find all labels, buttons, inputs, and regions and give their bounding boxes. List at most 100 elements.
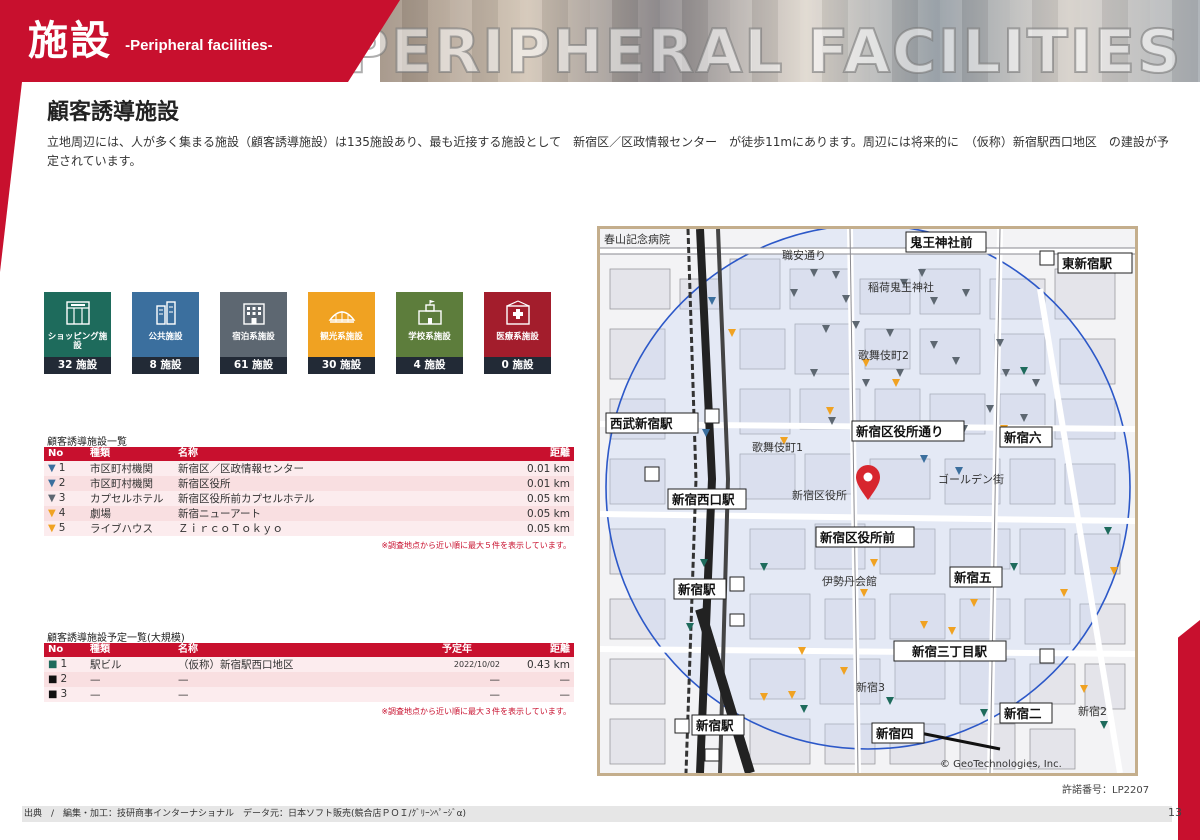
table-row: ■ 3 — — — — xyxy=(44,687,574,702)
hotel-icon xyxy=(242,303,265,325)
category-tile-tourism: 観光系施設 30 施設 xyxy=(308,292,375,374)
planned-table-note: ※調査地点から近い順に最大３件を表示しています。 xyxy=(381,707,571,716)
category-tile-count: 8 施設 xyxy=(132,357,199,374)
row-no: 3 xyxy=(60,688,68,700)
hospital-icon xyxy=(505,300,530,325)
row-name: ＺｉｒｃｏＴｏｋｙｏ xyxy=(174,521,504,536)
category-tile-body: 宿泊系施設 xyxy=(220,292,287,357)
row-distance: 0.01 km xyxy=(504,476,574,491)
row-marker-icon: ▼ xyxy=(48,508,56,519)
area-map[interactable]: 春山記念病院 職安通り 稲荷鬼王神社 歌舞伎町2 歌舞伎町1 ゴールデン街 新宿… xyxy=(597,226,1138,776)
row-marker-icon: ▼ xyxy=(48,463,56,474)
map-label-kuyakusho-mae: 新宿区役所前 xyxy=(820,530,896,545)
row-type: ライブハウス xyxy=(86,521,174,536)
row-name: 新宿ニューアート xyxy=(174,506,504,521)
category-tile-body: 医療系施設 xyxy=(484,292,551,357)
row-no-cell: ▼ 4 xyxy=(44,506,86,521)
row-no: 4 xyxy=(58,507,66,519)
table-row: ▼ 3 カプセルホテル 新宿区役所前カプセルホテル 0.05 km xyxy=(44,491,574,506)
table-row: ■ 1 駅ビル （仮称）新宿駅西口地区 2022/10/02 0.43 km xyxy=(44,657,574,672)
table-header-row: No 種類 名称 予定年 距離 xyxy=(44,643,574,657)
map-label-kishin: 鬼王神社前 xyxy=(910,235,973,250)
map-label-nishiguchi: 新宿西口駅 xyxy=(672,492,735,507)
category-tile-label: 宿泊系施設 xyxy=(232,332,275,342)
column-header-type: 種類 xyxy=(86,643,174,657)
permit-number: 許諾番号：LP2207 xyxy=(1062,785,1150,796)
header-title: 施設 -Peripheral facilities- xyxy=(28,8,273,66)
category-tile-label: 学校系施設 xyxy=(408,332,451,342)
planned-table-caption: 顧客誘導施設予定一覧(大規模) xyxy=(47,633,185,644)
category-tile-shopping: ショッピング施設 32 施設 xyxy=(44,292,111,374)
category-tile-label: 医療系施設 xyxy=(496,332,539,342)
map-label-higashi: 東新宿駅 xyxy=(1062,256,1113,271)
map-label-isetan: 伊勢丹会館 xyxy=(822,574,877,588)
page-number: 13 xyxy=(1168,806,1182,819)
category-tile-count: 4 施設 xyxy=(396,357,463,374)
category-tile-label: 公共施設 xyxy=(148,332,183,342)
row-name: — xyxy=(174,687,438,702)
table-header-row: No 種類 名称 距離 xyxy=(44,447,574,461)
row-marker-icon: ▼ xyxy=(48,523,56,534)
row-distance: — xyxy=(504,687,574,702)
map-label-shinjuku2: 新宿二 xyxy=(1004,706,1042,721)
left-red-accent xyxy=(0,82,22,272)
row-marker-icon: ■ xyxy=(48,674,58,685)
row-no-cell: ▼ 3 xyxy=(44,491,86,506)
row-year: 2022/10/02 xyxy=(438,657,504,672)
row-type: — xyxy=(86,672,174,687)
row-no: 2 xyxy=(60,673,68,685)
table-row: ▼ 4 劇場 新宿ニューアート 0.05 km xyxy=(44,506,574,521)
map-label-golden: ゴールデン街 xyxy=(938,472,1004,486)
row-no-cell: ■ 2 xyxy=(44,672,86,687)
category-tile-count: 0 施設 xyxy=(484,357,551,374)
page-title: 顧客誘導施設 xyxy=(47,100,180,125)
map-label-shinjuku-eki: 新宿駅 xyxy=(678,582,716,597)
category-tile-count: 32 施設 xyxy=(44,357,111,374)
map-label-shinjuku-eki2: 新宿駅 xyxy=(696,718,734,733)
row-marker-icon: ■ xyxy=(48,689,58,700)
category-tile-body: 観光系施設 xyxy=(308,292,375,357)
table-row: ▼ 1 市区町村機関 新宿区／区政情報センター 0.01 km xyxy=(44,461,574,476)
row-marker-icon: ▼ xyxy=(48,478,56,489)
category-tile-school: 学校系施設 4 施設 xyxy=(396,292,463,374)
facilities-table: No 種類 名称 距離 ▼ 1 市区町村機関 新宿区／区政情報センター 0.01 … xyxy=(44,447,574,536)
map-copyright: © GeoTechnologies, Inc. xyxy=(940,759,1062,770)
row-year: — xyxy=(438,672,504,687)
row-type: 劇場 xyxy=(86,506,174,521)
row-no-cell: ▼ 2 xyxy=(44,476,86,491)
header-background-word: PERIPHERAL FACILITIES xyxy=(345,22,1183,82)
row-type: 駅ビル xyxy=(86,657,174,672)
category-tile-label: 観光系施設 xyxy=(320,332,363,342)
table-row: ■ 2 — — — — xyxy=(44,672,574,687)
row-no: 5 xyxy=(58,522,66,534)
column-header-type: 種類 xyxy=(86,447,174,461)
row-type: カプセルホテル xyxy=(86,491,174,506)
row-type: 市区町村機関 xyxy=(86,476,174,491)
category-tile-public: 公共施設 8 施設 xyxy=(132,292,199,374)
row-distance: 0.05 km xyxy=(504,506,574,521)
column-header-name: 名称 xyxy=(174,447,504,461)
planned-table: No 種類 名称 予定年 距離 ■ 1 駅ビル （仮称）新宿駅西口地区 2022/… xyxy=(44,643,574,702)
map-label-kuyakusho-dori: 新宿区役所通り xyxy=(856,424,944,439)
map-label-kuyakusho: 新宿区役所 xyxy=(792,488,847,502)
category-tile-body: 公共施設 xyxy=(132,292,199,357)
column-header-no: No xyxy=(44,643,86,657)
column-header-distance: 距離 xyxy=(504,643,574,657)
table-row: ▼ 2 市区町村機関 新宿区役所 0.01 km xyxy=(44,476,574,491)
tourism-icon xyxy=(328,311,355,323)
row-name: 新宿区／区政情報センター xyxy=(174,461,504,476)
category-tile-hospital: 医療系施設 0 施設 xyxy=(484,292,551,374)
row-distance: — xyxy=(504,672,574,687)
column-header-no: No xyxy=(44,447,86,461)
row-no: 1 xyxy=(58,462,66,474)
category-tile-count: 30 施設 xyxy=(308,357,375,374)
row-year: — xyxy=(438,687,504,702)
row-no-cell: ▼ 1 xyxy=(44,461,86,476)
map-label-shinjuku3: 新宿3 xyxy=(856,680,885,694)
row-distance: 0.01 km xyxy=(504,461,574,476)
facilities-table-caption: 顧客誘導施設一覧 xyxy=(47,437,127,448)
category-tile-body: 学校系施設 xyxy=(396,292,463,357)
row-no: 2 xyxy=(58,477,66,489)
map-canvas: 春山記念病院 職安通り 稲荷鬼王神社 歌舞伎町2 歌舞伎町1 ゴールデン街 新宿… xyxy=(600,229,1135,773)
row-no-cell: ■ 3 xyxy=(44,687,86,702)
